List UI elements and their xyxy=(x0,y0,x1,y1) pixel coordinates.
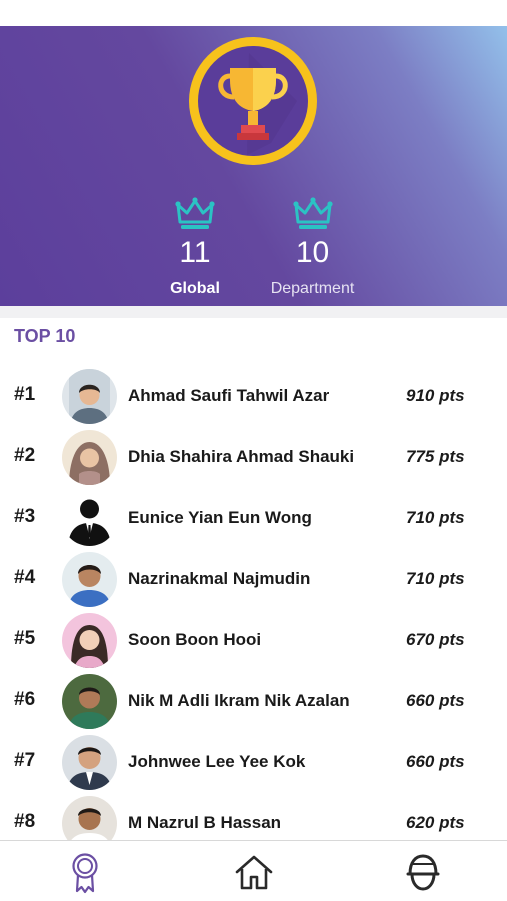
rank-label: #3 xyxy=(14,506,36,527)
avatar xyxy=(62,491,117,546)
avatar xyxy=(62,674,117,729)
employee-name: Johnwee Lee Yee Kok xyxy=(128,752,306,771)
avatar xyxy=(62,735,117,790)
leaderboard-header: 11 Global 10 Department xyxy=(0,26,507,306)
points-value: 710 pts xyxy=(406,569,465,588)
bottom-tab-bar xyxy=(0,840,507,901)
rank-label: #6 xyxy=(14,689,36,710)
points-value: 620 pts xyxy=(406,813,465,832)
points-value: 710 pts xyxy=(406,508,465,527)
employee-name: Ahmad Saufi Tahwil Azar xyxy=(128,386,330,405)
avatar xyxy=(62,430,117,485)
status-bar xyxy=(0,0,507,26)
points-value: 910 pts xyxy=(406,386,465,405)
leaderboard-row[interactable]: #2 Dhia Shahira Ahmad Shauki 775 pts xyxy=(0,427,507,488)
leaderboard-row[interactable]: #7 Johnwee Lee Yee Kok 660 pts xyxy=(0,732,507,793)
leaderboard-row[interactable]: #5 Soon Boon Hooi 670 pts xyxy=(0,610,507,671)
leaderboard-row[interactable]: #8 M Nazrul B Hassan 620 pts xyxy=(0,793,507,840)
department-rank-value: 10 xyxy=(295,236,330,269)
leaderboard-row[interactable]: #4 Nazrinakmal Najmudin 710 pts xyxy=(0,549,507,610)
global-rank-label: Global xyxy=(170,280,220,297)
top-10-heading: TOP 10 xyxy=(14,326,76,346)
user-helmet-icon xyxy=(406,854,440,891)
rank-label: #5 xyxy=(14,628,36,649)
leaderboard-row[interactable]: #3 Eunice Yian Eun Wong 710 pts xyxy=(0,488,507,549)
award-ribbon-icon xyxy=(72,853,98,894)
points-value: 775 pts xyxy=(406,447,465,466)
rank-label: #2 xyxy=(14,445,36,466)
tab-profile[interactable] xyxy=(403,850,443,894)
tab-leaderboard[interactable] xyxy=(65,850,105,894)
global-rank-stat[interactable]: 11 Global xyxy=(145,196,245,298)
leaderboard-row[interactable]: #6 Nik M Adli Ikram Nik Azalan 660 pts xyxy=(0,671,507,732)
department-rank-stat[interactable]: 10 Department xyxy=(255,196,370,298)
employee-name: Soon Boon Hooi xyxy=(128,630,262,649)
crown-icon xyxy=(292,197,333,229)
employee-name: Nik M Adli Ikram Nik Azalan xyxy=(128,691,350,710)
crown-icon xyxy=(175,197,215,229)
rank-label: #8 xyxy=(14,811,36,832)
avatar xyxy=(62,552,117,607)
rank-label: #7 xyxy=(14,750,36,771)
home-icon xyxy=(235,855,273,890)
global-rank-value: 11 xyxy=(179,236,211,269)
leaderboard-list[interactable]: #1 Ahmad Saufi Tahwil Azar 910 pts #2 Dh… xyxy=(0,366,507,840)
rank-label: #4 xyxy=(14,567,36,588)
section-divider xyxy=(0,306,507,318)
rank-label: #1 xyxy=(14,384,36,405)
avatar xyxy=(62,613,117,668)
points-value: 660 pts xyxy=(406,752,465,771)
trophy-icon xyxy=(189,37,317,165)
points-value: 670 pts xyxy=(406,630,465,649)
avatar xyxy=(62,796,117,840)
leaderboard-row[interactable]: #1 Ahmad Saufi Tahwil Azar 910 pts xyxy=(0,366,507,427)
employee-name: Nazrinakmal Najmudin xyxy=(128,569,311,588)
employee-name: Dhia Shahira Ahmad Shauki xyxy=(128,447,355,466)
department-rank-label: Department xyxy=(270,280,355,297)
points-value: 660 pts xyxy=(406,691,465,710)
avatar xyxy=(62,369,117,424)
tab-home[interactable] xyxy=(234,850,274,894)
employee-name: M Nazrul B Hassan xyxy=(128,813,282,832)
employee-name: Eunice Yian Eun Wong xyxy=(128,508,312,527)
